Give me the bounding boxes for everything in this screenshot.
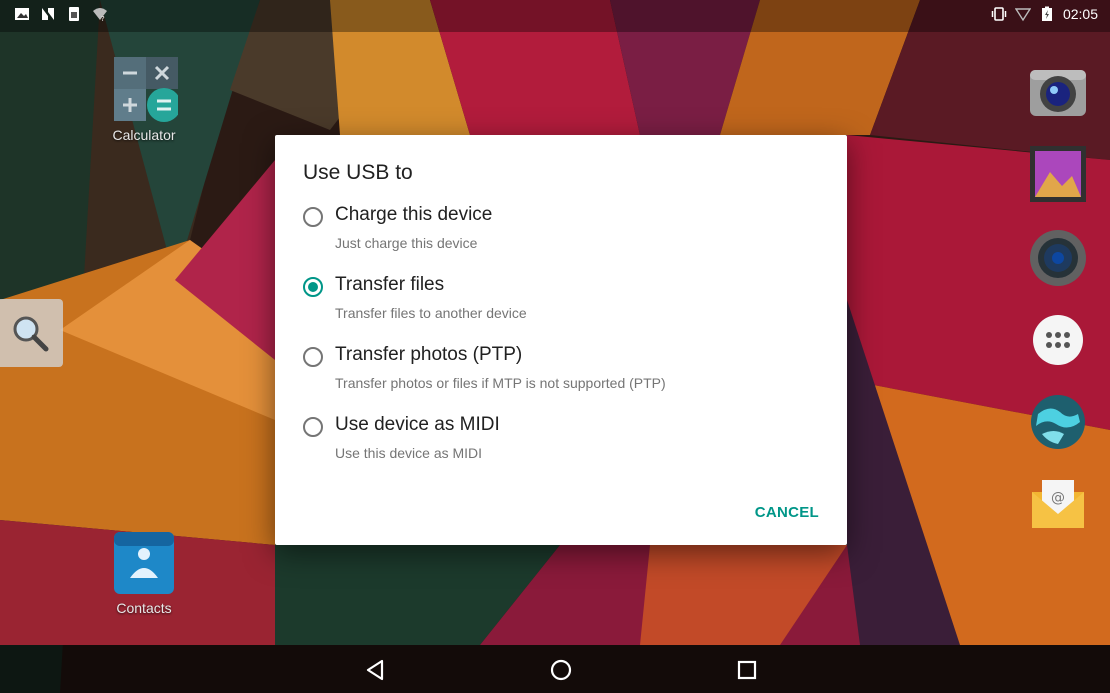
wifi-unknown-icon: ? xyxy=(93,8,107,22)
option-title: Transfer files xyxy=(335,274,445,295)
dialog-title: Use USB to xyxy=(303,161,413,184)
recents-icon[interactable] xyxy=(734,657,760,683)
app-contacts[interactable]: Contacts xyxy=(104,528,184,616)
option-subtitle: Just charge this device xyxy=(335,235,478,251)
option-subtitle: Use this device as MIDI xyxy=(335,445,483,461)
n-notification-icon xyxy=(42,8,54,20)
svg-text:?: ? xyxy=(101,15,105,22)
contacts-icon xyxy=(114,532,174,594)
option-title: Transfer photos (PTP) xyxy=(335,344,523,365)
radio-button[interactable] xyxy=(303,417,323,437)
status-bar: ? 02:05 xyxy=(0,0,1110,32)
browser-icon[interactable] xyxy=(1028,392,1088,452)
home-icon[interactable] xyxy=(548,657,574,683)
radio-button[interactable] xyxy=(303,347,323,367)
option-title: Use device as MIDI xyxy=(335,414,500,435)
usb-mode-dialog: Use USB to Charge this device Just charg… xyxy=(275,135,847,545)
clock: 02:05 xyxy=(1062,6,1098,22)
option-subtitle: Transfer photos or files if MTP is not s… xyxy=(335,375,666,391)
back-icon[interactable] xyxy=(362,657,388,683)
cancel-button[interactable]: CANCEL xyxy=(751,500,823,525)
app-drawer-icon[interactable] xyxy=(1028,310,1088,370)
option-title: Charge this device xyxy=(335,204,493,225)
radio-button-selected[interactable] xyxy=(303,277,323,297)
radio-button[interactable] xyxy=(303,207,323,227)
svg-text:@: @ xyxy=(1051,490,1065,506)
app-label: Contacts xyxy=(116,600,172,616)
app-calculator[interactable]: Calculator xyxy=(104,55,184,143)
navigation-bar xyxy=(0,645,1110,693)
app-label: Calculator xyxy=(112,127,176,143)
calculator-icon xyxy=(114,57,178,122)
email-icon[interactable]: @ xyxy=(1028,474,1088,534)
battery-icon xyxy=(1041,6,1052,21)
search-icon xyxy=(13,316,49,352)
vibrate-icon xyxy=(991,7,1007,21)
home-screen: ? 02:05 Calculator Contacts @ Use USB to… xyxy=(0,0,1110,693)
option-subtitle: Transfer files to another device xyxy=(335,305,527,321)
gallery-icon[interactable] xyxy=(1028,144,1088,204)
search-button[interactable] xyxy=(0,299,63,367)
music-icon[interactable] xyxy=(1028,228,1088,288)
signal-icon xyxy=(1014,8,1031,22)
sim-icon xyxy=(69,7,79,21)
image-icon xyxy=(15,8,29,20)
camera-icon[interactable] xyxy=(1028,62,1088,122)
